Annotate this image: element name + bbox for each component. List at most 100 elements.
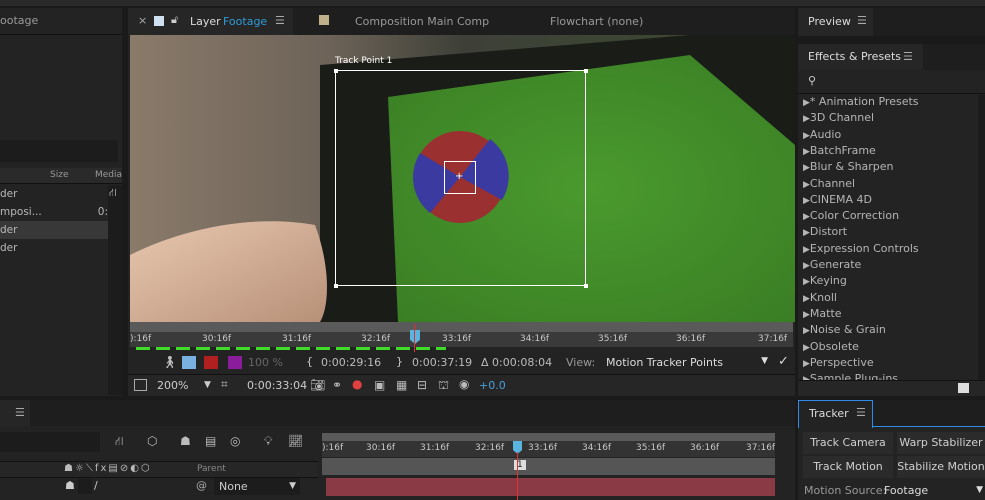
render-icon[interactable] (182, 356, 196, 369)
tab-project-footage[interactable]: ootage (0, 14, 38, 27)
disclosure-triangle-icon[interactable]: ▶ (803, 114, 810, 124)
camera-icon[interactable]: 📷︎ (310, 378, 325, 392)
region-of-interest-icon[interactable]: ⌗ (221, 377, 228, 392)
disclosure-triangle-icon[interactable]: ▶ (803, 163, 810, 173)
effects-category[interactable]: ▶Sample Plug-ins (803, 372, 898, 380)
panel-menu-icon[interactable]: ☰ (15, 406, 25, 419)
project-row[interactable]: mposi... 0: (0, 203, 108, 221)
always-preview-icon[interactable] (134, 379, 147, 391)
timeline-tab[interactable]: ☰ (0, 400, 30, 426)
walk-icon[interactable]: 🚶︎ (162, 355, 177, 369)
label-color-swatch[interactable] (154, 16, 164, 26)
shy-icon[interactable]: ☗ (65, 479, 75, 492)
checkmark-icon[interactable]: ✓ (778, 354, 789, 369)
draft-3d-icon[interactable]: ⬡ (147, 434, 157, 448)
motion-source-dropdown[interactable]: Footage ▼ (884, 481, 985, 499)
time-ruler[interactable]: ):16f 30:16f 31:16f 32:16f 33:16f 34:16f… (130, 332, 793, 347)
tab-flowchart[interactable]: Flowchart (none) (550, 15, 643, 28)
effects-category[interactable]: ▶Expression Controls (803, 242, 919, 255)
panel-menu-icon[interactable]: ☰ (903, 50, 913, 63)
effects-category[interactable]: ▶Audio (803, 128, 841, 141)
panel-menu-icon[interactable]: ☰ (275, 14, 285, 27)
effects-category[interactable]: ▶Generate (803, 258, 861, 271)
set-out-icon[interactable]: } (396, 355, 403, 368)
effects-category[interactable]: ▶Knoll (803, 291, 837, 304)
effects-category[interactable]: ▶Matte (803, 307, 842, 320)
in-time[interactable]: 0:00:29:16 (321, 356, 381, 369)
tab-preview[interactable]: Preview ☰ (798, 8, 873, 36)
tab-composition[interactable]: Composition Main Comp (355, 15, 489, 28)
out-time[interactable]: 0:00:37:19 (412, 356, 472, 369)
layer-duration-bar[interactable]: 1 (322, 458, 775, 475)
disclosure-triangle-icon[interactable]: ▶ (803, 326, 810, 336)
exposure-value[interactable]: +0.0 (479, 379, 506, 392)
chevron-down-icon[interactable]: ▼ (204, 380, 211, 390)
project-search[interactable] (0, 140, 118, 162)
disclosure-triangle-icon[interactable]: ▶ (803, 196, 810, 206)
pickwhip-icon[interactable]: @ (196, 479, 207, 492)
effects-search[interactable]: ⚲ (798, 70, 985, 94)
effects-category[interactable]: ▶Distort (803, 225, 847, 238)
shy-layers-icon[interactable]: ☗ (180, 434, 191, 448)
track-keyframe[interactable]: 1 (514, 460, 526, 470)
effects-category[interactable]: ▶Keying (803, 274, 847, 287)
opacity-value[interactable]: 100 % (248, 356, 283, 369)
disclosure-triangle-icon[interactable]: ▶ (803, 98, 810, 108)
comp-flowchart-icon[interactable]: ⛙ (115, 434, 123, 450)
flowchart-icon[interactable]: ⛙ (109, 186, 117, 201)
safe-margins-icon[interactable]: ▣ (374, 378, 385, 392)
tab-layer-footage[interactable]: × 🔓︎ Layer Footage ☰ (128, 8, 293, 35)
disclosure-triangle-icon[interactable]: ▶ (803, 147, 810, 157)
project-row[interactable]: der (0, 239, 108, 257)
disclosure-triangle-icon[interactable]: ▶ (803, 277, 810, 287)
disclosure-triangle-icon[interactable]: ▶ (803, 294, 810, 304)
attach-point-icon[interactable]: + (455, 172, 463, 182)
stabilize-motion-button[interactable]: Stabilize Motion (897, 456, 985, 478)
effects-category[interactable]: ▶BatchFrame (803, 144, 876, 157)
frame-blending-icon[interactable]: ▤ (205, 434, 216, 448)
effects-category[interactable]: ▶Channel (803, 177, 855, 190)
panel-menu-icon[interactable]: ☰ (856, 406, 866, 419)
timeline-work-area[interactable] (322, 433, 775, 441)
effects-category[interactable]: ▶Blur & Sharpen (803, 160, 894, 173)
disclosure-triangle-icon[interactable]: ▶ (803, 228, 810, 238)
transfer-icon[interactable] (204, 356, 218, 369)
effects-category[interactable]: ▶* Animation Presets (803, 95, 919, 108)
set-in-icon[interactable]: { (306, 355, 313, 368)
disclosure-triangle-icon[interactable]: ▶ (803, 261, 810, 271)
disclosure-triangle-icon[interactable]: ▶ (803, 310, 810, 320)
effects-category[interactable]: ▶Perspective (803, 356, 874, 369)
disclosure-triangle-icon[interactable]: ▶ (803, 180, 810, 190)
effects-category[interactable]: ▶3D Channel (803, 111, 874, 124)
effects-category[interactable]: ▶CINEMA 4D (803, 193, 872, 206)
project-row[interactable]: der (0, 185, 108, 203)
disclosure-triangle-icon[interactable]: ▶ (803, 375, 810, 380)
track-point-feature-region[interactable]: + (444, 161, 476, 194)
snapshot-icon[interactable]: ⚭ (332, 378, 342, 392)
disclosure-triangle-icon[interactable]: ▶ (803, 343, 810, 353)
effects-category[interactable]: ▶Color Correction (803, 209, 899, 222)
channels-icon[interactable]: ● (352, 377, 362, 391)
current-timecode[interactable]: 0:00:33:04 (247, 379, 307, 392)
zoom-level[interactable]: 200% (157, 379, 188, 392)
project-row[interactable]: der (0, 221, 108, 239)
track-camera-button[interactable]: Track Camera (803, 432, 893, 454)
exposure-icon[interactable]: ◉ (459, 377, 469, 391)
new-folder-icon[interactable] (958, 383, 969, 393)
timeline-search[interactable] (0, 432, 100, 452)
column-media[interactable]: Media (95, 170, 122, 180)
project-scrollbar[interactable] (108, 185, 122, 395)
disclosure-triangle-icon[interactable]: ▶ (803, 131, 810, 141)
disclosure-triangle-icon[interactable]: ▶ (803, 359, 810, 369)
color-swatch[interactable] (228, 356, 242, 369)
column-size[interactable]: Size (50, 170, 68, 180)
tab-tracker[interactable]: Tracker ☰ (798, 400, 873, 428)
layer-row[interactable]: ☗ / @ None ▼ (0, 478, 318, 496)
transparency-grid-icon[interactable]: ▦ (396, 378, 407, 392)
layer-bar[interactable] (326, 478, 775, 496)
lock-icon[interactable]: 🔓︎ (171, 13, 178, 27)
work-area-bar[interactable] (130, 322, 793, 332)
close-icon[interactable]: × (138, 14, 147, 27)
motion-blur-icon[interactable]: ◎ (230, 434, 240, 448)
timeline-ruler[interactable]: ):16f 30:16f 31:16f 32:16f 33:16f 34:16f 35:16… (322, 441, 775, 457)
